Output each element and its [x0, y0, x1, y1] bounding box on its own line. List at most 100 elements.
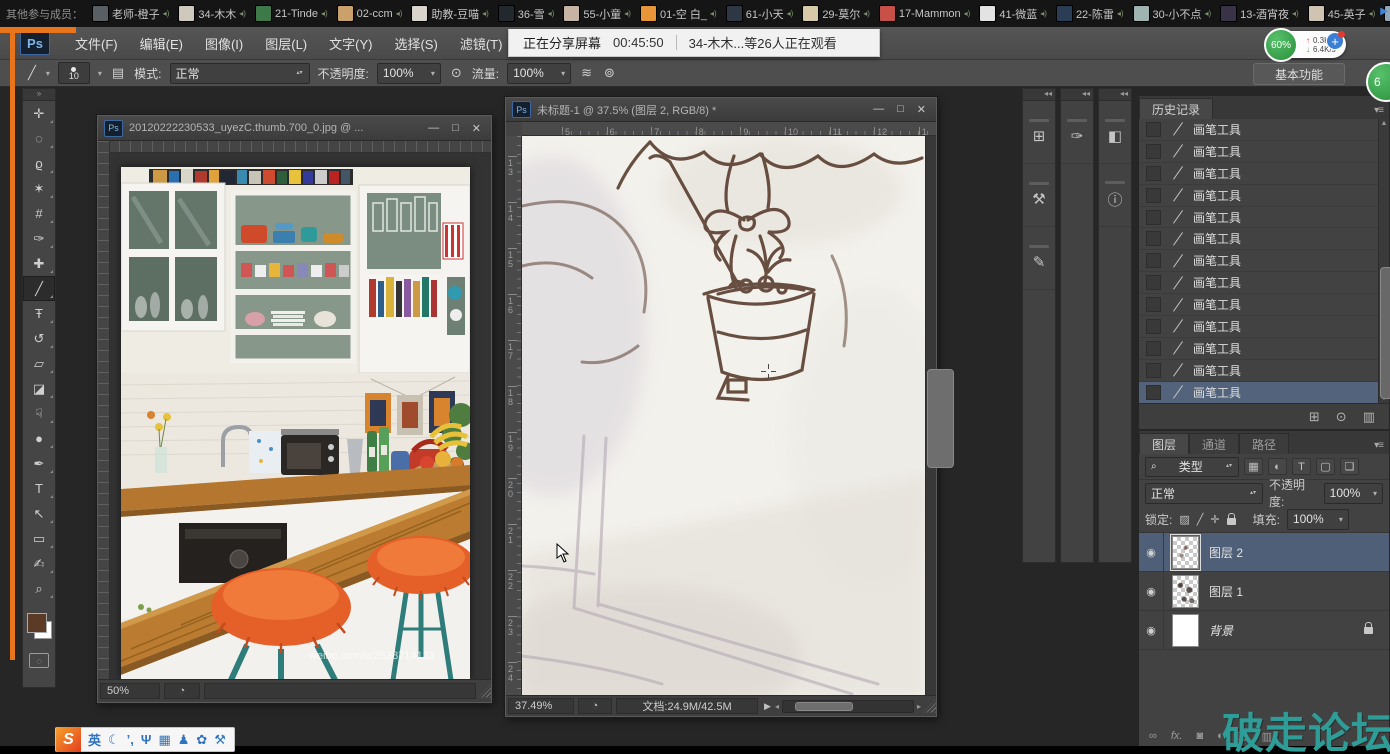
move-tool[interactable]: ✛	[23, 101, 55, 126]
doc2-titlebar[interactable]: Ps 未标题-1 @ 37.5% (图层 2, RGB/8) * — □ ✕	[506, 98, 936, 122]
layer-row[interactable]: ◉ 图层 2	[1139, 533, 1389, 572]
delete-state-icon[interactable]: ▥	[1363, 409, 1375, 425]
history-entry[interactable]: ╱ 画笔工具	[1139, 360, 1378, 382]
ime-mode-toggle[interactable]: 英	[88, 730, 101, 749]
clone-stamp-tool[interactable]: Ŧ	[23, 301, 55, 326]
visibility-toggle[interactable]: ◉	[1139, 611, 1164, 649]
scrollbar-thumb[interactable]	[927, 369, 954, 468]
flow-select[interactable]: 100% ▾	[507, 63, 571, 84]
history-entry[interactable]: ╱ 画笔工具	[1139, 382, 1378, 403]
doc2-canvas-area[interactable]	[522, 136, 928, 698]
history-entry[interactable]: ╱ 画笔工具	[1139, 207, 1378, 229]
resize-grip[interactable]	[478, 685, 491, 698]
history-entry[interactable]: ╱ 画笔工具	[1139, 228, 1378, 250]
add-button[interactable]: +	[1326, 32, 1344, 50]
menu-item[interactable]: 文字(Y)	[318, 34, 383, 53]
participant[interactable]: 17-Mammon ◂)	[879, 5, 970, 22]
doc1-canvas-area[interactable]: weibo.com/u/2538714133	[98, 141, 491, 680]
zoom-tool[interactable]: ⌕	[23, 576, 55, 601]
brush-tool[interactable]: ╱	[23, 276, 55, 301]
history-brush-tool[interactable]: ↺	[23, 326, 55, 351]
history-source-checkbox[interactable]	[1146, 253, 1161, 268]
participant[interactable]: 55-小童 ◂)	[563, 5, 631, 22]
history-entry[interactable]: ╱ 画笔工具	[1139, 185, 1378, 207]
skin-icon[interactable]: ✿	[196, 732, 207, 748]
opacity-select[interactable]: 100% ▾	[377, 63, 441, 84]
filter-adjustment-icon[interactable]: ◐	[1268, 458, 1287, 475]
participants-more-arrow[interactable]: ▶	[1380, 6, 1388, 17]
swatches-icon[interactable]: ⊞	[1023, 101, 1055, 164]
history-source-checkbox[interactable]	[1146, 363, 1161, 378]
participant[interactable]: 61-小天 ◂)	[726, 5, 794, 22]
participant[interactable]: 老师-橙子 ◂)	[92, 5, 169, 22]
crop-tool[interactable]: #	[23, 201, 55, 226]
layer-thumbnail[interactable]	[1172, 536, 1199, 569]
minimize-icon[interactable]: —	[428, 122, 439, 135]
history-entry[interactable]: ╱ 画笔工具	[1139, 119, 1378, 141]
participant[interactable]: 22-陈雷 ◂)	[1056, 5, 1124, 22]
pressure-size-icon[interactable]: ⊚	[602, 65, 617, 81]
history-entry[interactable]: ╱ 画笔工具	[1139, 316, 1378, 338]
scroll-up-icon[interactable]: ▲	[1381, 120, 1388, 127]
blend-mode-select[interactable]: 正常 ▴▾	[170, 63, 310, 84]
layer-thumbnail[interactable]	[1172, 614, 1199, 647]
keyboard-icon[interactable]: ▦	[158, 732, 170, 748]
filter-smartobject-icon[interactable]: ❏	[1340, 458, 1359, 475]
close-icon[interactable]: ✕	[472, 122, 481, 135]
doc1-ruler-vertical[interactable]	[98, 141, 110, 680]
healing-brush-tool[interactable]: ✚	[23, 251, 55, 276]
smudge-tool[interactable]: ☟	[23, 401, 55, 426]
participant[interactable]: 助教-豆喵 ◂)	[411, 5, 488, 22]
menu-item[interactable]: 选择(S)	[383, 34, 448, 53]
paint-bucket-tool[interactable]: ◪	[23, 376, 55, 401]
participant[interactable]: 41-微蓝 ◂)	[979, 5, 1047, 22]
fill-select[interactable]: 100% ▾	[1287, 509, 1349, 530]
visibility-toggle[interactable]: ◉	[1139, 533, 1164, 571]
history-entry[interactable]: ╱ 画笔工具	[1139, 141, 1378, 163]
settings-icon[interactable]: ⚒	[214, 732, 226, 748]
lock-position-icon[interactable]: ✛	[1210, 513, 1219, 526]
user-icon[interactable]: ♟	[178, 732, 190, 748]
status-menu-arrow[interactable]: ▶	[760, 701, 775, 712]
lasso-tool[interactable]: ϱ	[23, 151, 55, 176]
menu-item[interactable]: 滤镜(T)	[449, 34, 514, 53]
layer-blend-mode-select[interactable]: 正常 ▴▾	[1145, 483, 1263, 504]
chevron-down-icon[interactable]: ▾	[98, 69, 102, 78]
sketch-canvas[interactable]	[522, 136, 928, 698]
participant[interactable]: 13-酒宵夜 ◂)	[1220, 5, 1299, 22]
close-icon[interactable]: ✕	[917, 103, 926, 116]
resize-grip[interactable]	[923, 700, 936, 713]
new-snapshot-icon[interactable]: ⊙	[1336, 409, 1347, 425]
history-source-checkbox[interactable]	[1146, 210, 1161, 225]
panel-menu-icon[interactable]: ▾≡	[1374, 440, 1389, 454]
dock-collapse-icon[interactable]: ◂◂	[1099, 89, 1131, 101]
layer-row[interactable]: ◉ 背景	[1139, 611, 1389, 650]
link-layers-icon[interactable]: ∞	[1149, 730, 1157, 742]
doc2-ruler-vertical[interactable]: 1314151617181920212223242	[506, 136, 522, 696]
visibility-toggle[interactable]: ◉	[1139, 572, 1164, 610]
scrollbar-thumb[interactable]	[795, 702, 853, 711]
materials-icon[interactable]: ◧	[1099, 101, 1131, 164]
dock-collapse-icon[interactable]: ◂◂	[1023, 89, 1055, 101]
brush-preset-icon[interactable]: ╱	[26, 65, 38, 81]
brush-presets-icon[interactable]: ✎	[1023, 227, 1055, 290]
tab-paths[interactable]: 路径	[1239, 433, 1289, 454]
tab-history[interactable]: 历史记录	[1139, 98, 1213, 119]
history-source-checkbox[interactable]	[1146, 122, 1161, 137]
participant[interactable]: 45-英子 ◂)	[1308, 5, 1376, 22]
layer-style-icon[interactable]: fx.	[1171, 730, 1183, 742]
history-source-checkbox[interactable]	[1146, 297, 1161, 312]
kitchen-photo[interactable]: weibo.com/u/2538714133	[121, 167, 470, 680]
pressure-opacity-icon[interactable]: ⊙	[449, 65, 464, 81]
foreground-color-swatch[interactable]	[27, 613, 47, 633]
layer-filter-select[interactable]: ⌕ 类型 ▴▾	[1145, 457, 1239, 477]
moon-icon[interactable]: ☾	[108, 732, 120, 748]
menu-item[interactable]: 图层(L)	[254, 34, 318, 53]
doc1-ruler-horizontal[interactable]	[108, 141, 491, 153]
eyedropper-tool[interactable]: ✑	[23, 226, 55, 251]
tab-layers[interactable]: 图层	[1139, 433, 1189, 454]
doc1-titlebar[interactable]: Ps 20120222230533_uyezC.thumb.700_0.jpg …	[98, 116, 491, 141]
vertical-scrollbar[interactable]	[925, 136, 936, 696]
filter-type-icon[interactable]: T	[1292, 458, 1311, 475]
shape-tool[interactable]: ▭	[23, 526, 55, 551]
